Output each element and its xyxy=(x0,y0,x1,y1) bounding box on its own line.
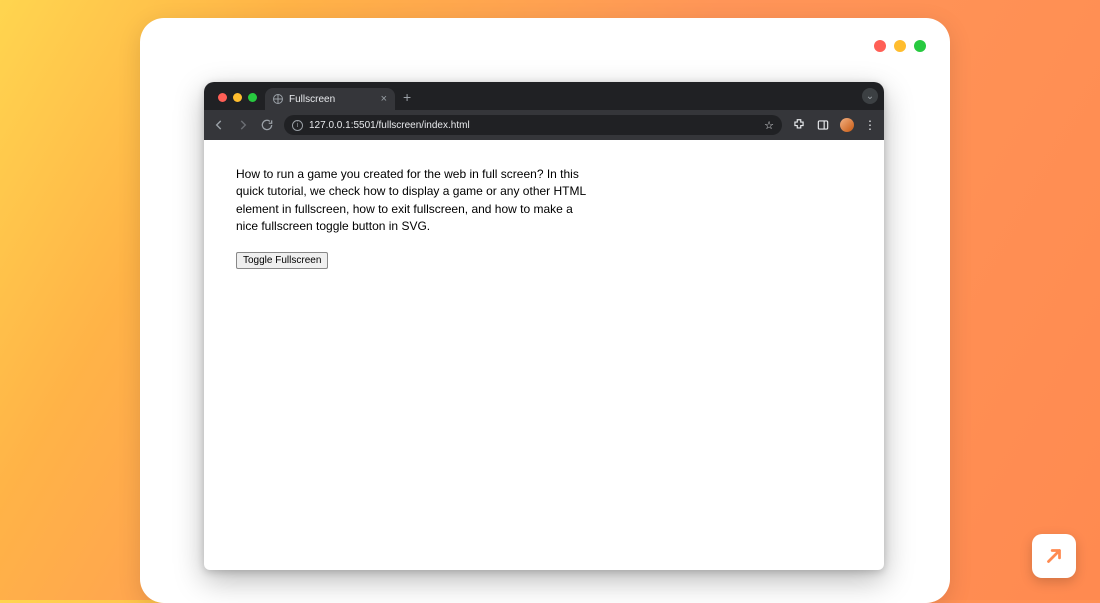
share-badge[interactable] xyxy=(1032,534,1076,578)
card-window-controls xyxy=(874,40,926,52)
close-icon[interactable] xyxy=(218,93,227,102)
extensions-icon[interactable] xyxy=(792,118,806,132)
page-body: How to run a game you created for the we… xyxy=(204,140,884,295)
new-tab-button[interactable]: + xyxy=(395,90,419,110)
forward-button[interactable] xyxy=(236,118,250,132)
arrow-up-right-icon xyxy=(1043,545,1065,567)
maximize-icon xyxy=(914,40,926,52)
browser-window: Fullscreen × + ⌄ i 127.0.0.1:5501/fullsc… xyxy=(204,82,884,570)
minimize-icon[interactable] xyxy=(233,93,242,102)
minimize-icon xyxy=(894,40,906,52)
browser-window-controls xyxy=(212,93,265,110)
intro-paragraph: How to run a game you created for the we… xyxy=(236,166,596,236)
panel-icon[interactable] xyxy=(816,118,830,132)
reload-button[interactable] xyxy=(260,118,274,132)
close-icon xyxy=(874,40,886,52)
site-info-icon[interactable]: i xyxy=(292,120,303,131)
tab-strip: Fullscreen × + ⌄ xyxy=(204,82,884,110)
tab-overflow-icon[interactable]: ⌄ xyxy=(862,88,878,104)
tab-close-icon[interactable]: × xyxy=(381,94,387,105)
bookmark-star-icon[interactable]: ☆ xyxy=(764,119,774,132)
menu-kebab-icon[interactable]: ⋮ xyxy=(864,119,876,131)
toggle-fullscreen-button[interactable]: Toggle Fullscreen xyxy=(236,252,328,269)
toolbar: i 127.0.0.1:5501/fullscreen/index.html ☆… xyxy=(204,110,884,140)
maximize-icon[interactable] xyxy=(248,93,257,102)
address-bar[interactable]: i 127.0.0.1:5501/fullscreen/index.html ☆ xyxy=(284,115,782,135)
toolbar-right: ⋮ xyxy=(792,118,876,132)
profile-avatar[interactable] xyxy=(840,118,854,132)
globe-icon xyxy=(273,94,283,104)
back-button[interactable] xyxy=(212,118,226,132)
url-text: 127.0.0.1:5501/fullscreen/index.html xyxy=(309,120,470,131)
tab-title: Fullscreen xyxy=(289,94,335,105)
browser-tab[interactable]: Fullscreen × xyxy=(265,88,395,110)
